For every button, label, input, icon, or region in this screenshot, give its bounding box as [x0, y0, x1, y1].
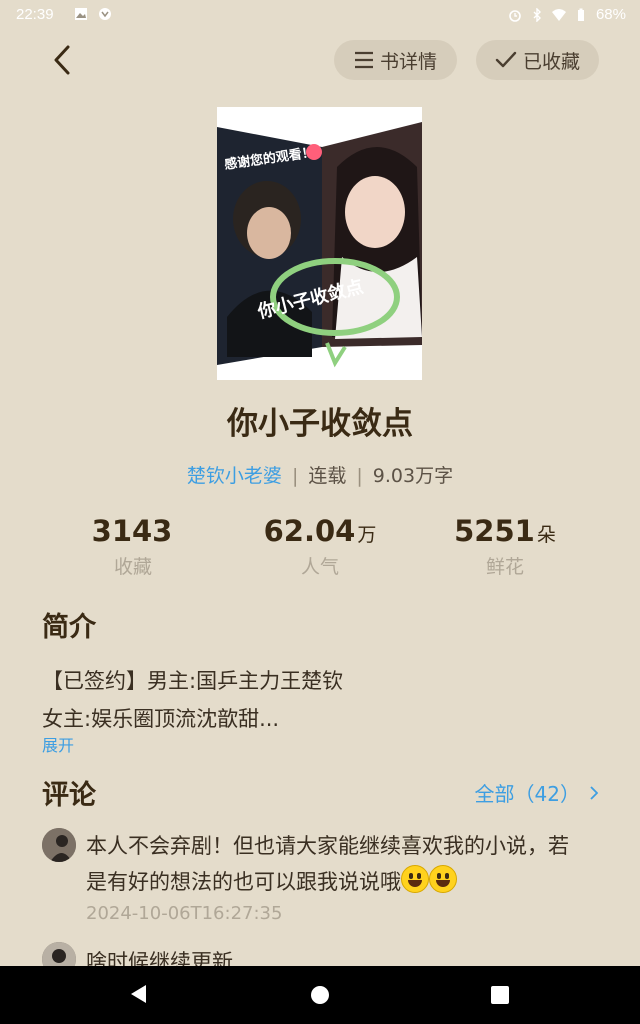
menu-lines-icon	[354, 51, 373, 69]
comment-item[interactable]: 啥时候继续更新	[42, 942, 602, 966]
app-notification-icon	[99, 8, 111, 20]
intro-line: 女主:娱乐圈顶流沈歆甜...	[42, 707, 280, 731]
stat-label: 鲜花	[485, 556, 524, 578]
chevron-left-icon	[54, 45, 70, 75]
stat-value: 3143	[91, 514, 173, 548]
stat-flowers: 5251 朵 鲜花	[415, 514, 595, 579]
comments-heading: 评论	[42, 780, 96, 811]
avatar-image	[42, 828, 76, 862]
book-stats: 3143 收藏 62.04 万 人气 5251 朵 鲜花	[0, 514, 640, 584]
serial-status: 连载	[308, 465, 347, 487]
stat-value: 5251	[454, 514, 535, 548]
battery-icon	[577, 8, 584, 21]
stat-label: 收藏	[113, 556, 152, 578]
meta-divider: |	[356, 465, 363, 487]
intro-text: 【已签约】男主:国乒主力王楚钦 女主:娱乐圈顶流沈歆甜...	[42, 662, 602, 738]
expand-button[interactable]: 展开	[42, 732, 74, 756]
comment-time: 2024-10-06T16:27:35	[86, 903, 283, 924]
grinning-emoji-icon	[429, 865, 457, 893]
book-title: 你小子收敛点	[227, 406, 413, 442]
status-bar: 22:39 68%	[0, 0, 640, 30]
chevron-right-icon	[590, 785, 598, 800]
comment-item[interactable]: 本人不会弃剧！但也请大家能继续喜欢我的小说，若是有好的想法的也可以跟我说说哦 2…	[42, 828, 602, 928]
all-comments-link[interactable]: 全部（42）	[475, 778, 598, 807]
alarm-icon	[509, 9, 521, 22]
intro-heading: 简介	[42, 612, 96, 643]
cover-artwork: 你小子收敛点 感谢您的观看！	[217, 107, 422, 380]
check-icon	[495, 51, 517, 68]
bluetooth-icon	[533, 7, 541, 22]
book-meta: 楚钦小老婆 | 连载 | 9.03万字	[0, 461, 640, 488]
grinning-emoji-icon	[401, 865, 429, 893]
stat-value: 62.04	[263, 514, 356, 548]
author-link[interactable]: 楚钦小老婆	[187, 465, 282, 487]
intro-line: 【已签约】男主:国乒主力王楚钦	[42, 669, 344, 693]
favorited-label: 已收藏	[522, 50, 580, 73]
stat-unit: 朵	[536, 524, 556, 546]
system-nav-bar	[0, 966, 640, 1024]
comment-text: 啥时候继续更新	[86, 950, 233, 966]
book-details-label: 书详情	[379, 50, 437, 73]
image-notification-icon	[75, 8, 87, 20]
stat-popularity: 62.04 万 人气	[230, 514, 410, 579]
book-cover[interactable]: 你小子收敛点 感谢您的观看！	[217, 107, 422, 380]
avatar-image	[42, 942, 76, 966]
battery-percent: 68%	[595, 6, 626, 23]
word-count: 9.03万字	[372, 465, 454, 487]
recents-square-icon[interactable]	[490, 985, 510, 1005]
back-triangle-icon[interactable]	[128, 983, 148, 1005]
stat-unit: 万	[357, 524, 377, 546]
stat-label: 人气	[300, 556, 339, 578]
all-comments-label: 全部（42）	[474, 782, 580, 806]
avatar[interactable]	[42, 942, 76, 966]
avatar[interactable]	[42, 828, 76, 862]
book-details-button[interactable]: 书详情	[334, 40, 457, 80]
wifi-icon	[551, 8, 566, 21]
home-circle-icon[interactable]	[310, 985, 330, 1005]
meta-divider: |	[291, 465, 299, 487]
status-time: 22:39	[16, 6, 54, 23]
back-button[interactable]	[44, 40, 80, 80]
favorited-button[interactable]: 已收藏	[476, 40, 599, 80]
stat-favorites: 3143 收藏	[43, 514, 223, 579]
comment-text: 本人不会弃剧！但也请大家能继续喜欢我的小说，若是有好的想法的也可以跟我说说哦	[86, 834, 569, 894]
